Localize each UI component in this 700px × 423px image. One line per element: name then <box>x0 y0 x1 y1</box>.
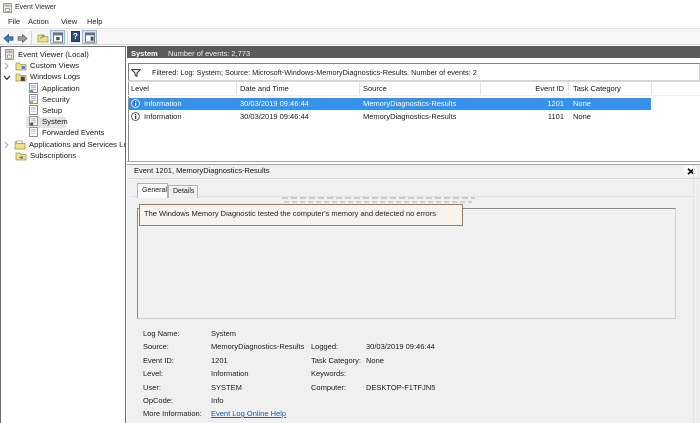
svg-text:?: ? <box>73 32 78 41</box>
